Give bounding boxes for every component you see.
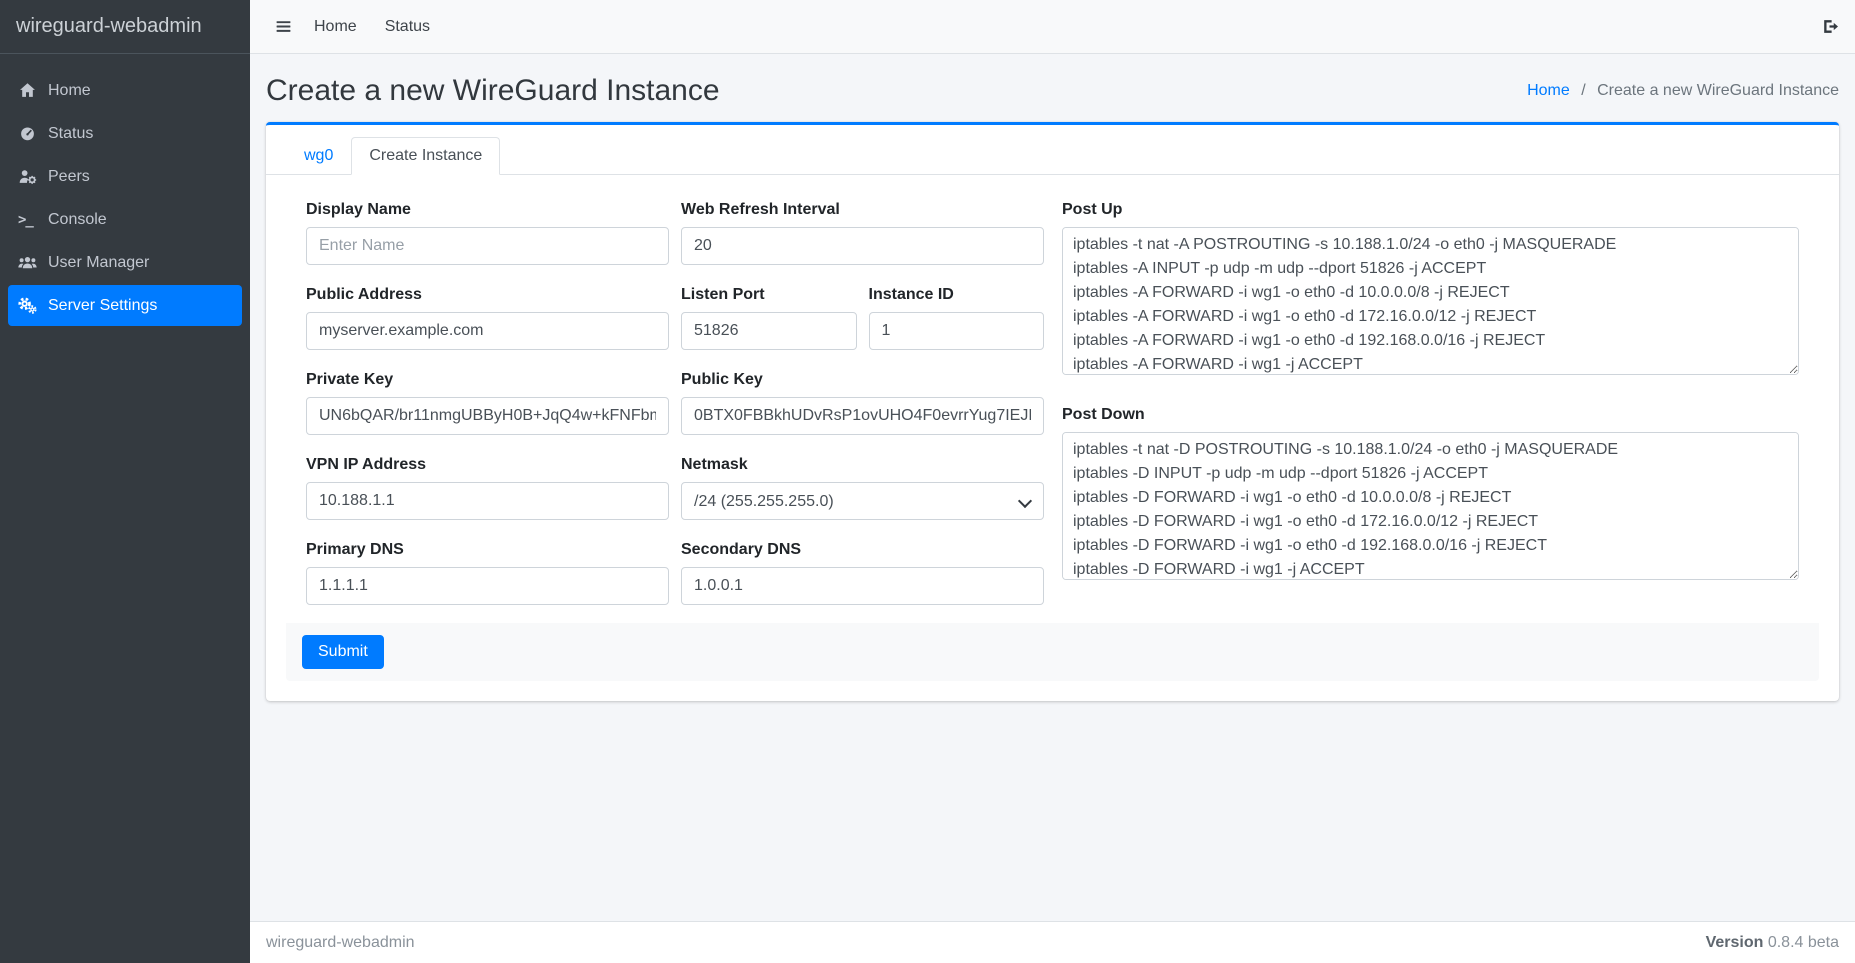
gauge-icon — [18, 125, 48, 142]
private-key-label: Private Key — [306, 371, 669, 389]
content-header: Create a new WireGuard Instance Home / C… — [250, 54, 1855, 122]
footer-version-value: 0.8.4 beta — [1768, 934, 1839, 951]
netmask-select[interactable]: /24 (255.255.255.0) — [681, 482, 1044, 520]
card-body: Display Name Web Refresh Interval — [266, 175, 1839, 701]
field-listen-port: Listen Port — [681, 286, 857, 350]
field-public-address: Public Address — [306, 286, 669, 350]
sidebar-item-label: Server Settings — [48, 297, 157, 315]
secondary-dns-input[interactable] — [681, 567, 1044, 605]
display-name-label: Display Name — [306, 201, 669, 219]
submit-button[interactable]: Submit — [302, 635, 384, 669]
public-address-input[interactable] — [306, 312, 669, 350]
top-navbar: Home Status — [250, 0, 1855, 54]
topnav-link-home[interactable]: Home — [300, 18, 371, 36]
form-left-columns: Display Name Web Refresh Interval — [306, 201, 1044, 605]
sign-out-icon — [1820, 18, 1839, 35]
field-display-name: Display Name — [306, 201, 669, 265]
instance-card: wg0 Create Instance Display Name — [266, 122, 1839, 701]
form-right-column: Post Up iptables -t nat -A POSTROUTING -… — [1062, 201, 1799, 605]
field-vpn-ip-address: VPN IP Address — [306, 456, 669, 520]
post-down-textarea[interactable]: iptables -t nat -D POSTROUTING -s 10.188… — [1062, 432, 1799, 580]
post-up-label: Post Up — [1062, 201, 1799, 219]
secondary-dns-label: Secondary DNS — [681, 541, 1044, 559]
listen-port-input[interactable] — [681, 312, 857, 350]
field-primary-dns: Primary DNS — [306, 541, 669, 605]
breadcrumb-current: Create a new WireGuard Instance — [1597, 82, 1839, 99]
vpn-ip-address-label: VPN IP Address — [306, 456, 669, 474]
sidebar-item-label: User Manager — [48, 254, 149, 272]
post-down-label: Post Down — [1062, 406, 1799, 424]
users-icon — [18, 254, 48, 271]
users-gear-icon — [18, 168, 48, 185]
menu-toggle-button[interactable] — [266, 10, 300, 44]
home-icon — [18, 82, 48, 99]
card-wrapper: wg0 Create Instance Display Name — [250, 122, 1855, 701]
instance-id-label: Instance ID — [869, 286, 1045, 304]
topnav-link-status[interactable]: Status — [371, 18, 444, 36]
field-instance-id: Instance ID — [869, 286, 1045, 350]
sidebar-item-console[interactable]: >_ Console — [8, 199, 242, 240]
listen-port-label: Listen Port — [681, 286, 857, 304]
app-window: wireguard-webadmin Home Status Peers — [0, 0, 1855, 963]
gears-icon — [18, 297, 48, 314]
public-address-label: Public Address — [306, 286, 669, 304]
breadcrumb-separator: / — [1581, 82, 1585, 99]
field-post-down: Post Down iptables -t nat -D POSTROUTING… — [1062, 406, 1799, 585]
instance-tabs: wg0 Create Instance — [266, 125, 1839, 175]
post-up-textarea[interactable]: iptables -t nat -A POSTROUTING -s 10.188… — [1062, 227, 1799, 375]
sidebar-item-home[interactable]: Home — [8, 70, 242, 111]
page-footer: wireguard-webadmin Version 0.8.4 beta — [250, 921, 1855, 963]
web-refresh-interval-label: Web Refresh Interval — [681, 201, 1044, 219]
bars-icon — [275, 18, 292, 35]
tab-wg0[interactable]: wg0 — [286, 137, 351, 175]
primary-dns-label: Primary DNS — [306, 541, 669, 559]
sidebar-item-status[interactable]: Status — [8, 113, 242, 154]
breadcrumb-home-link[interactable]: Home — [1527, 82, 1570, 99]
vpn-ip-address-input[interactable] — [306, 482, 669, 520]
instance-id-input[interactable] — [869, 312, 1045, 350]
sidebar-nav: Home Status Peers >_ Console — [0, 54, 250, 328]
netmask-label: Netmask — [681, 456, 1044, 474]
sidebar-item-peers[interactable]: Peers — [8, 156, 242, 197]
tab-create-instance[interactable]: Create Instance — [351, 137, 500, 175]
web-refresh-interval-input[interactable] — [681, 227, 1044, 265]
sidebar-item-server-settings[interactable]: Server Settings — [8, 285, 242, 326]
form-footer: Submit — [286, 623, 1819, 681]
sidebar-item-label: Peers — [48, 168, 90, 186]
sidebar: wireguard-webadmin Home Status Peers — [0, 0, 250, 963]
main-area: Home Status Create a new WireGuard Insta… — [250, 0, 1855, 963]
sidebar-item-label: Home — [48, 82, 91, 100]
sidebar-item-label: Status — [48, 125, 93, 143]
sidebar-item-user-manager[interactable]: User Manager — [8, 242, 242, 283]
field-public-key: Public Key — [681, 371, 1044, 435]
field-post-up: Post Up iptables -t nat -A POSTROUTING -… — [1062, 201, 1799, 380]
footer-version-label: Version — [1706, 934, 1764, 951]
primary-dns-input[interactable] — [306, 567, 669, 605]
sidebar-item-label: Console — [48, 211, 107, 229]
terminal-icon: >_ — [18, 212, 48, 228]
field-private-key: Private Key — [306, 371, 669, 435]
page-title: Create a new WireGuard Instance — [266, 74, 720, 108]
field-secondary-dns: Secondary DNS — [681, 541, 1044, 605]
brand-title[interactable]: wireguard-webadmin — [0, 0, 250, 54]
footer-brand: wireguard-webadmin — [266, 934, 415, 952]
instance-form: Display Name Web Refresh Interval — [286, 201, 1819, 605]
logout-button[interactable] — [1820, 18, 1839, 35]
public-key-label: Public Key — [681, 371, 1044, 389]
field-netmask: Netmask /24 (255.255.255.0) — [681, 456, 1044, 520]
private-key-input[interactable] — [306, 397, 669, 435]
display-name-input[interactable] — [306, 227, 669, 265]
footer-version: Version 0.8.4 beta — [1706, 934, 1839, 952]
netmask-select-wrapper: /24 (255.255.255.0) — [681, 482, 1044, 520]
content-area: Create a new WireGuard Instance Home / C… — [250, 54, 1855, 921]
breadcrumb: Home / Create a new WireGuard Instance — [1527, 82, 1839, 100]
field-web-refresh-interval: Web Refresh Interval — [681, 201, 1044, 265]
public-key-input[interactable] — [681, 397, 1044, 435]
